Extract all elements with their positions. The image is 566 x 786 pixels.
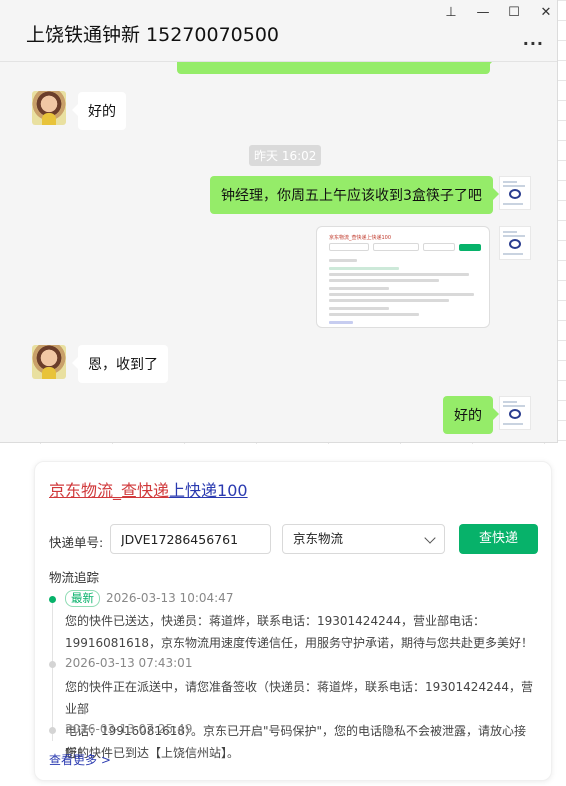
title-part-number[interactable]: 100: [217, 481, 248, 500]
title-part-query[interactable]: _查快递: [113, 481, 169, 500]
message-bubble-sent: 好的: [443, 396, 499, 434]
message-timestamp: 昨天 16:02: [249, 145, 322, 166]
maximize-icon[interactable]: ☐: [503, 4, 525, 22]
my-avatar[interactable]: [499, 176, 531, 210]
contact-avatar[interactable]: [32, 91, 66, 125]
chat-titlebar: 上饶铁通钟新 15270070500 ⊥ — ☐ ✕ ...: [0, 0, 557, 62]
my-avatar[interactable]: [499, 396, 531, 430]
timeline-dot: [49, 727, 56, 734]
contact-avatar[interactable]: [32, 345, 66, 379]
event-time: 2026-03-13 07:25:49: [65, 722, 193, 736]
close-icon[interactable]: ✕: [535, 4, 557, 22]
message-bubble-received: 好的: [72, 92, 126, 130]
event-header: 2026-03-13 07:43:01: [65, 656, 192, 670]
event-header: 2026-03-13 07:25:49: [65, 722, 192, 736]
title-part-carrier[interactable]: 京东物流: [49, 481, 113, 500]
event-description: 您的快件已送达，快递员：蒋道烨，联系电话：19301424244，营业部电话： …: [65, 610, 543, 654]
event-line: 您的快件已送达，快递员：蒋道烨，联系电话：19301424244，营业部电话：: [65, 614, 485, 628]
event-header: 最新 2026-03-13 10:04:47: [65, 590, 233, 607]
tracking-section-title: 物流追踪: [49, 570, 100, 585]
pin-icon[interactable]: ⊥: [440, 4, 462, 22]
thumbnail-title: 京东物流_查快递上快递100: [329, 235, 392, 241]
minimize-icon[interactable]: —: [472, 4, 494, 22]
message-bubble-sent: 钟经理，你周五上午应该收到3盒筷子了吧: [210, 176, 499, 214]
carrier-select-value: 京东物流: [293, 531, 344, 546]
card-title[interactable]: 京东物流_查快递上快递100: [49, 477, 248, 501]
query-button[interactable]: 查快递: [459, 524, 538, 554]
message-list[interactable]: 好的 昨天 16:02 钟经理，你周五上午应该收到3盒筷子了吧 京东物流_查快递…: [0, 0, 557, 442]
carrier-select[interactable]: 京东物流: [282, 524, 445, 554]
event-time: 2026-03-13 07:43:01: [65, 656, 193, 670]
message-bubble-received: 恩，收到了: [72, 345, 168, 383]
screenshot-thumbnail[interactable]: 京东物流_查快递上快递100: [316, 226, 490, 328]
my-avatar[interactable]: [499, 226, 531, 260]
event-line: 19916081618，京东物流用速度传递信任，用服务守护承诺，期待与您共赴更多…: [65, 636, 533, 650]
more-options-icon[interactable]: ...: [523, 30, 544, 49]
express-panel: 京东物流_查快递上快递100 快递单号: 京东物流 查快递 物流追踪 最新202…: [0, 444, 566, 786]
see-more-link[interactable]: 查看更多 >: [49, 751, 111, 768]
event-description: 您的快件已到达【上饶信州站】。: [65, 742, 543, 764]
title-part-brand[interactable]: 上快递: [169, 481, 217, 500]
timeline-line: [52, 601, 53, 741]
chevron-down-icon: [424, 532, 436, 544]
tracking-number-input[interactable]: [110, 524, 271, 554]
timeline-dot-active: [49, 596, 56, 603]
event-line: 您的快件已到达【上饶信州站】。: [65, 746, 240, 760]
latest-badge: 最新: [65, 590, 100, 607]
event-line: 您的快件正在派送中，请您准备签收（快递员：蒋道烨，联系电话：1930142424…: [65, 680, 533, 716]
event-time: 2026-03-13 10:04:47: [106, 591, 234, 605]
tracking-number-label: 快递单号:: [49, 535, 104, 550]
tracking-card: 京东物流_查快递上快递100 快递单号: 京东物流 查快递 物流追踪 最新202…: [34, 461, 552, 781]
chat-window: 好的 昨天 16:02 钟经理，你周五上午应该收到3盒筷子了吧 京东物流_查快递…: [0, 0, 558, 443]
chat-title: 上饶铁通钟新 15270070500: [26, 24, 280, 46]
timeline-dot: [49, 661, 56, 668]
